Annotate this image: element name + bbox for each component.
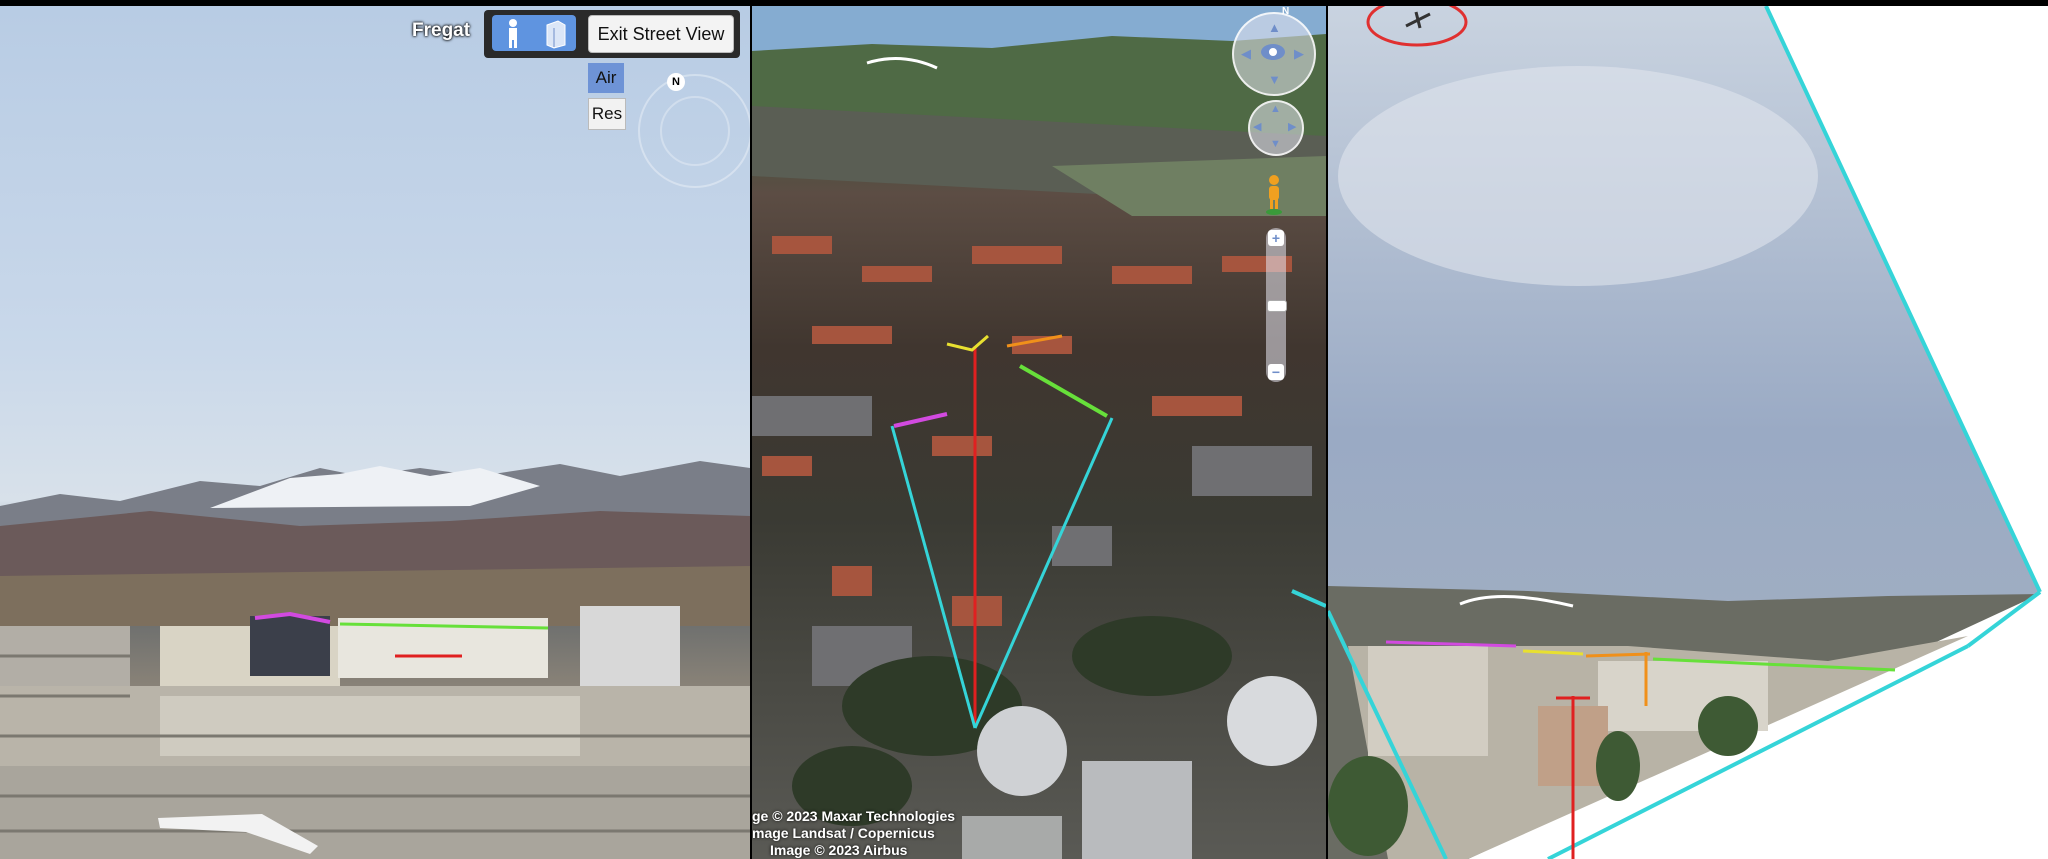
location-label: Fregat: [412, 20, 471, 41]
move-left-icon[interactable]: ◀: [1253, 120, 1261, 133]
person-icon: [509, 19, 517, 48]
credit-line: mage Landsat / Copernicus: [752, 825, 935, 841]
eye-icon: [1261, 44, 1285, 60]
pegman-icon[interactable]: [1262, 174, 1286, 216]
aerial-3d-panel[interactable]: ▲ ▼ ◀ ▶ N ▲ ▼ ◀ ▶ + − ge © 2023 Maxar Te…: [752, 6, 1326, 859]
look-control[interactable]: ▲ ▼ ◀ ▶: [1232, 12, 1316, 96]
look-right-icon[interactable]: ▶: [1294, 46, 1304, 62]
zoom-in-button[interactable]: +: [1268, 230, 1284, 246]
credit-line: Image © 2023 Airbus: [770, 842, 908, 858]
building-mode-button[interactable]: [534, 15, 576, 51]
exit-street-view-button[interactable]: Exit Street View: [588, 15, 734, 53]
look-left-icon[interactable]: ◀: [1241, 46, 1251, 62]
look-up-icon[interactable]: ▲: [1268, 20, 1281, 35]
move-down-icon[interactable]: ▼: [1270, 138, 1281, 150]
layer-res-button[interactable]: Res: [588, 98, 626, 130]
video-frame-panel: [1328, 6, 2048, 859]
north-indicator: N: [667, 73, 685, 91]
zoom-slider-thumb[interactable]: [1267, 300, 1287, 312]
imagery-credits: ge © 2023 Maxar Technologies mage Landsa…: [752, 808, 955, 859]
north-indicator: N: [1282, 6, 1290, 17]
look-down-icon[interactable]: ▼: [1268, 72, 1281, 87]
zoom-slider[interactable]: + −: [1266, 228, 1287, 382]
street-view-panel[interactable]: Fregat Exit Street View Air Res N: [0, 6, 750, 859]
credit-line: ge © 2023 Maxar Technologies: [752, 808, 956, 824]
compass-icon[interactable]: [638, 74, 750, 188]
layer-air-button[interactable]: Air: [588, 63, 624, 93]
zoom-out-button[interactable]: −: [1268, 364, 1284, 380]
rotated-video-still: [1328, 6, 2048, 859]
aerial-scene: [752, 6, 1326, 859]
move-right-icon[interactable]: ▶: [1288, 120, 1296, 133]
move-up-icon[interactable]: ▲: [1270, 103, 1281, 115]
building-icon: [546, 20, 566, 49]
person-mode-button[interactable]: [492, 15, 534, 51]
view-mode-toolbar: Exit Street View: [484, 10, 740, 58]
move-control[interactable]: ▲ ▼ ◀ ▶: [1248, 100, 1304, 156]
